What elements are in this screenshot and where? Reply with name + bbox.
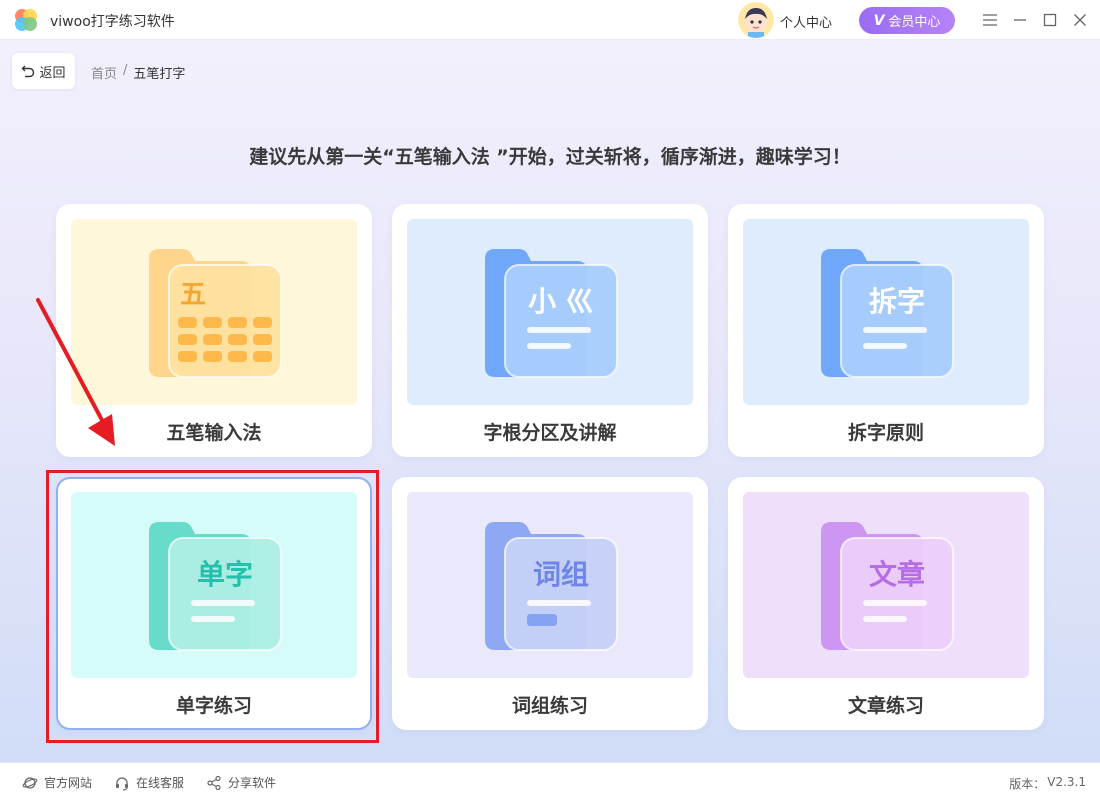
card-article[interactable]: 文章 文章练习	[728, 477, 1044, 730]
back-arrow-icon	[21, 65, 35, 78]
user-center-link[interactable]: 个人中心	[780, 12, 832, 31]
minimize-icon[interactable]	[1008, 8, 1032, 32]
folder-text: 拆字	[869, 285, 925, 318]
menu-icon[interactable]	[978, 8, 1002, 32]
headset-icon	[116, 776, 128, 791]
share-icon	[207, 775, 221, 790]
version-label: 版本：	[1009, 777, 1046, 791]
version-info: 版本： V2.3.1	[1009, 775, 1086, 792]
card-illustration: 词组	[407, 492, 693, 678]
vip-badge-icon: V	[873, 12, 885, 29]
folder-text: 小 巛	[528, 285, 594, 318]
breadcrumb-current: 五笔打字	[133, 67, 186, 82]
share-software-label: 分享软件	[228, 776, 277, 790]
vip-center-button[interactable]: V 会员中心	[859, 7, 955, 34]
breadcrumb-separator: /	[123, 63, 128, 78]
app-title: viwoo打字练习软件	[50, 14, 175, 30]
card-label: 字根分区及讲解	[483, 422, 617, 444]
folder-text: 文章	[869, 558, 925, 591]
folder-text: 五	[180, 280, 206, 310]
card-illustration: 文章	[743, 492, 1029, 678]
card-radicals[interactable]: 小 巛 字根分区及讲解	[392, 204, 708, 457]
back-label: 返回	[39, 65, 66, 81]
card-illustration: 单字	[71, 492, 357, 678]
maximize-icon[interactable]	[1038, 8, 1062, 32]
avatar[interactable]	[738, 2, 774, 38]
breadcrumb-home[interactable]: 首页	[91, 63, 117, 82]
card-illustration: 小 巛	[407, 219, 693, 405]
official-site-link[interactable]: 官方网站	[22, 774, 92, 791]
title-bar: viwoo打字练习软件 个人中心 V 会员中心	[0, 0, 1100, 40]
online-service-label: 在线客服	[136, 776, 185, 790]
app-logo-icon	[12, 6, 40, 34]
back-button[interactable]: 返回	[12, 53, 75, 89]
card-label: 单字练习	[175, 695, 252, 717]
card-split-char[interactable]: 拆字 拆字原则	[728, 204, 1044, 457]
single-char-folder-icon: 单字	[71, 492, 357, 678]
card-illustration: 拆字	[743, 219, 1029, 405]
footer: 官方网站 在线客服 分享软件 版本： V2.3.1	[0, 762, 1100, 800]
phrase-folder-icon: 词组	[407, 492, 693, 678]
folder-text: 单字	[197, 558, 253, 591]
version-number: V2.3.1	[1047, 775, 1086, 789]
planet-icon	[22, 776, 38, 789]
card-label: 文章练习	[847, 695, 924, 717]
card-label: 拆字原则	[847, 422, 924, 444]
card-phrase[interactable]: 词组 词组练习	[392, 477, 708, 730]
online-service-link[interactable]: 在线客服	[114, 774, 184, 791]
split-char-folder-icon: 拆字	[743, 219, 1029, 405]
card-label: 词组练习	[511, 695, 588, 717]
share-software-link[interactable]: 分享软件	[206, 774, 276, 791]
breadcrumb: 首页 / 五笔打字	[91, 63, 185, 82]
page-heading: 建议先从第一关“五笔输入法 ”开始，过关斩将，循序渐进，趣味学习！	[249, 146, 851, 168]
folder-text: 词组	[533, 558, 589, 591]
official-site-label: 官方网站	[44, 776, 93, 790]
radicals-folder-icon: 小 巛	[407, 219, 693, 405]
article-folder-icon: 文章	[743, 492, 1029, 678]
vip-center-label: 会员中心	[888, 15, 941, 30]
red-arrow-annotation-icon	[36, 298, 115, 446]
card-single-char[interactable]: 单字 单字练习	[56, 477, 372, 730]
close-icon[interactable]	[1068, 8, 1092, 32]
